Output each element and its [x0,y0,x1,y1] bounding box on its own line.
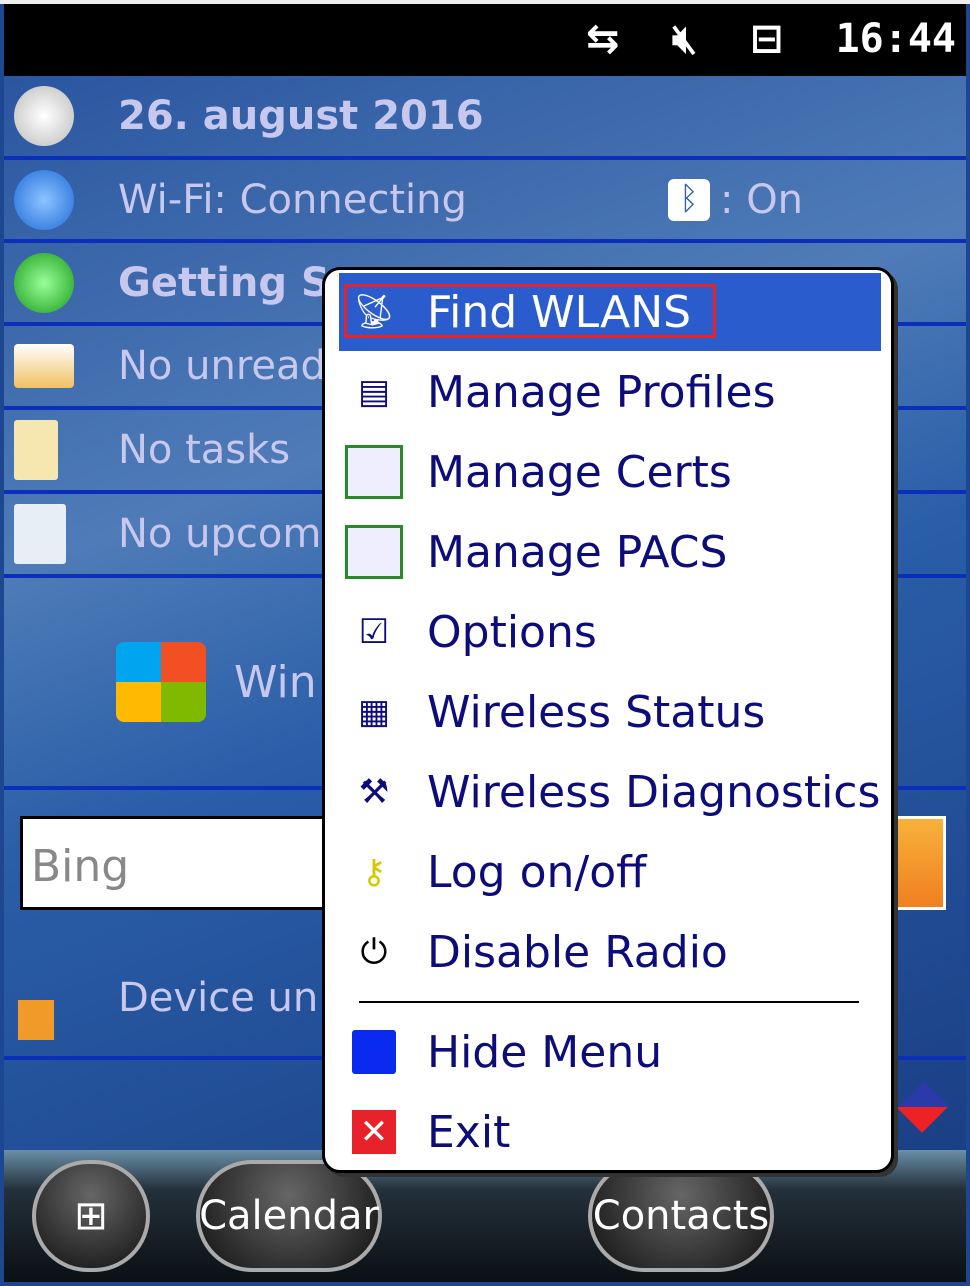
menu-item-label: Wireless Diagnostics [427,766,881,818]
search-input[interactable]: Bing [20,816,350,910]
date-row[interactable]: 26. august 2016 [4,76,966,160]
getting-started-text: Getting St [118,259,349,306]
options-icon: ☑ [358,612,390,652]
menu-item-label: Manage Profiles [427,366,776,418]
battery-charging-icon[interactable]: ⊟ [750,16,784,62]
connectivity-arrows-icon[interactable]: ⇆ [586,16,620,62]
device-lock-text: Device unlo [118,975,354,1021]
messages-text: No unread [118,343,326,389]
status-bar: ⇆ 🔇︎ ⊟ 16:44 [4,4,966,76]
menu-item-label: Disable Radio [427,926,728,978]
windows-text: Win [234,656,317,708]
date-text: 26. august 2016 [118,93,484,139]
certificate-icon [345,525,403,579]
tasks-text: No tasks [118,427,291,473]
wireless-context-menu: 📡︎ Find WLANS ▤ Manage Profiles Manage Cer… [322,267,894,1173]
status-icon: ▦ [357,692,391,732]
menu-item-find-wlans[interactable]: 📡︎ Find WLANS [339,273,881,351]
menu-separator [359,1001,859,1003]
menu-item-options[interactable]: ☑ Options [339,593,881,671]
calendar-softkey[interactable]: Calendar [196,1160,382,1272]
menu-item-wireless-status[interactable]: ▦ Wireless Status [339,673,881,751]
windows-flag-icon: ⊞ [74,1193,108,1239]
menu-item-label: Manage PACS [427,526,728,578]
start-button[interactable]: ⊞ [32,1160,150,1272]
menu-item-manage-pacs[interactable]: Manage PACS [339,513,881,591]
clipboard-icon [14,420,58,480]
profiles-icon: ▤ [357,372,391,412]
highlight-box [344,284,716,338]
menu-item-manage-certs[interactable]: Manage Certs [339,433,881,511]
menu-item-label: Log on/off [427,846,647,898]
menu-item-hide-menu[interactable]: Hide Menu [339,1013,881,1091]
menu-item-log-on-off[interactable]: ⚷ Log on/off [339,833,881,911]
key-icon: ⚷ [361,852,387,892]
contacts-softkey[interactable]: Contacts [588,1160,774,1272]
wifi-status: Wi-Fi: Connecting [118,176,467,223]
envelope-icon [14,344,74,388]
power-icon: ⏻ [360,932,388,972]
menu-item-wireless-diagnostics[interactable]: ⚒ Wireless Diagnostics [339,753,881,831]
menu-item-exit[interactable]: ✕ Exit [339,1093,881,1171]
getting-started-icon [14,252,74,313]
clock-icon [14,86,74,146]
windows-logo-icon [116,642,206,722]
menu-item-disable-radio[interactable]: ⏻ Disable Radio [339,913,881,991]
appointments-text: No upcomi [118,511,333,557]
diagnostics-icon: ⚒ [358,772,390,812]
menu-item-label: Hide Menu [427,1026,663,1078]
close-icon: ✕ [345,1105,403,1159]
wifi-row[interactable]: Wi-Fi: Connecting ᛒ : On [4,160,966,243]
bluetooth-status: : On [720,176,804,223]
clock[interactable]: 16:44 [836,16,956,62]
bluetooth-icon[interactable]: ᛒ [668,178,710,221]
minimize-icon [345,1025,403,1079]
certificate-icon [345,445,403,499]
menu-item-label: Manage Certs [427,446,732,498]
menu-item-label: Wireless Status [427,686,766,738]
wifi-icon [14,169,74,230]
unlocked-padlock-icon [18,1000,54,1040]
menu-item-label: Options [427,606,597,658]
speaker-muted-icon[interactable]: 🔇︎ [672,16,697,62]
menu-item-label: Exit [427,1106,511,1158]
menu-item-manage-profiles[interactable]: ▤ Manage Profiles [339,353,881,431]
calendar-icon [14,504,66,564]
